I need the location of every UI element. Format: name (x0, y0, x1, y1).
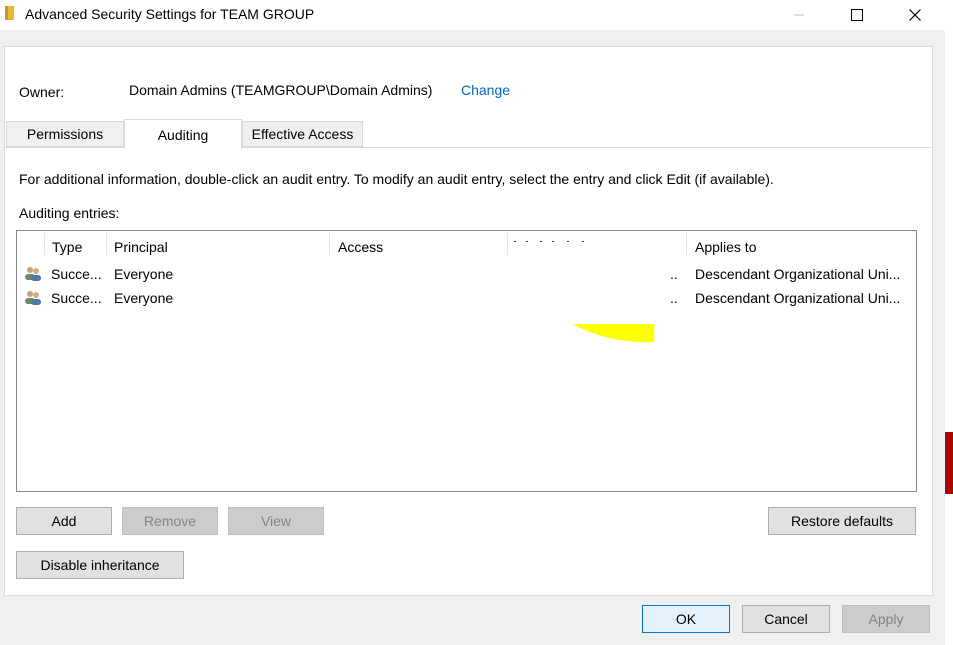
row-principal: Everyone (114, 266, 174, 282)
change-owner-link[interactable]: Change (461, 82, 510, 98)
title-bar[interactable]: Advanced Security Settings for TEAM GROU… (0, 0, 945, 30)
tab-permissions[interactable]: Permissions (6, 121, 124, 147)
restore-defaults-button[interactable]: Restore defaults (768, 507, 916, 535)
cancel-button[interactable]: Cancel (742, 605, 830, 633)
view-button[interactable]: View (228, 507, 324, 535)
row-applies-to: Descendant Organizational Uni... (695, 290, 901, 306)
row-applies-to: Descendant Organizational Uni... (695, 266, 901, 282)
column-separator[interactable] (106, 233, 107, 255)
add-button[interactable]: Add (16, 507, 112, 535)
background-window-edge (945, 432, 953, 494)
row-principal: Everyone (114, 290, 174, 306)
close-icon (909, 9, 921, 21)
security-settings-window: Advanced Security Settings for TEAM GROU… (0, 0, 945, 645)
remove-button[interactable]: Remove (122, 507, 218, 535)
minimize-button[interactable] (776, 0, 822, 30)
highlight-mark (572, 324, 654, 343)
tab-effective-access[interactable]: Effective Access (242, 121, 363, 147)
column-header-access[interactable]: Access (338, 239, 383, 255)
column-separator[interactable] (686, 233, 687, 255)
column-header-type[interactable]: Type (52, 239, 82, 255)
column-separator[interactable] (44, 233, 45, 255)
users-icon (25, 291, 41, 305)
auditing-entries-label: Auditing entries: (19, 205, 120, 221)
column-header-applies-to[interactable]: Applies to (695, 239, 756, 255)
tab-auditing[interactable]: Auditing (124, 119, 242, 149)
column-header-principal[interactable]: Principal (114, 239, 168, 255)
maximize-button[interactable] (834, 0, 880, 30)
disable-inheritance-button[interactable]: Disable inheritance (16, 551, 184, 579)
row-inherited: .. (670, 266, 678, 282)
row-type: Succe... (51, 266, 102, 282)
folder-icon (5, 6, 14, 20)
auditing-info-text: For additional information, double-click… (19, 171, 774, 187)
owner-label: Owner: (19, 84, 65, 100)
ok-button[interactable]: OK (642, 605, 730, 633)
users-icon (25, 267, 41, 281)
minimize-icon (794, 14, 804, 16)
column-separator[interactable] (507, 233, 508, 255)
row-inherited: .. (670, 290, 678, 306)
column-header-inherited-obscured[interactable] (512, 238, 592, 246)
owner-value: Domain Admins (TEAMGROUP\Domain Admins) (129, 82, 433, 98)
maximize-icon (851, 9, 863, 21)
row-type: Succe... (51, 290, 102, 306)
column-separator[interactable] (329, 233, 330, 255)
apply-button[interactable]: Apply (842, 605, 930, 633)
window-title: Advanced Security Settings for TEAM GROU… (25, 6, 315, 22)
close-button[interactable] (892, 0, 938, 30)
